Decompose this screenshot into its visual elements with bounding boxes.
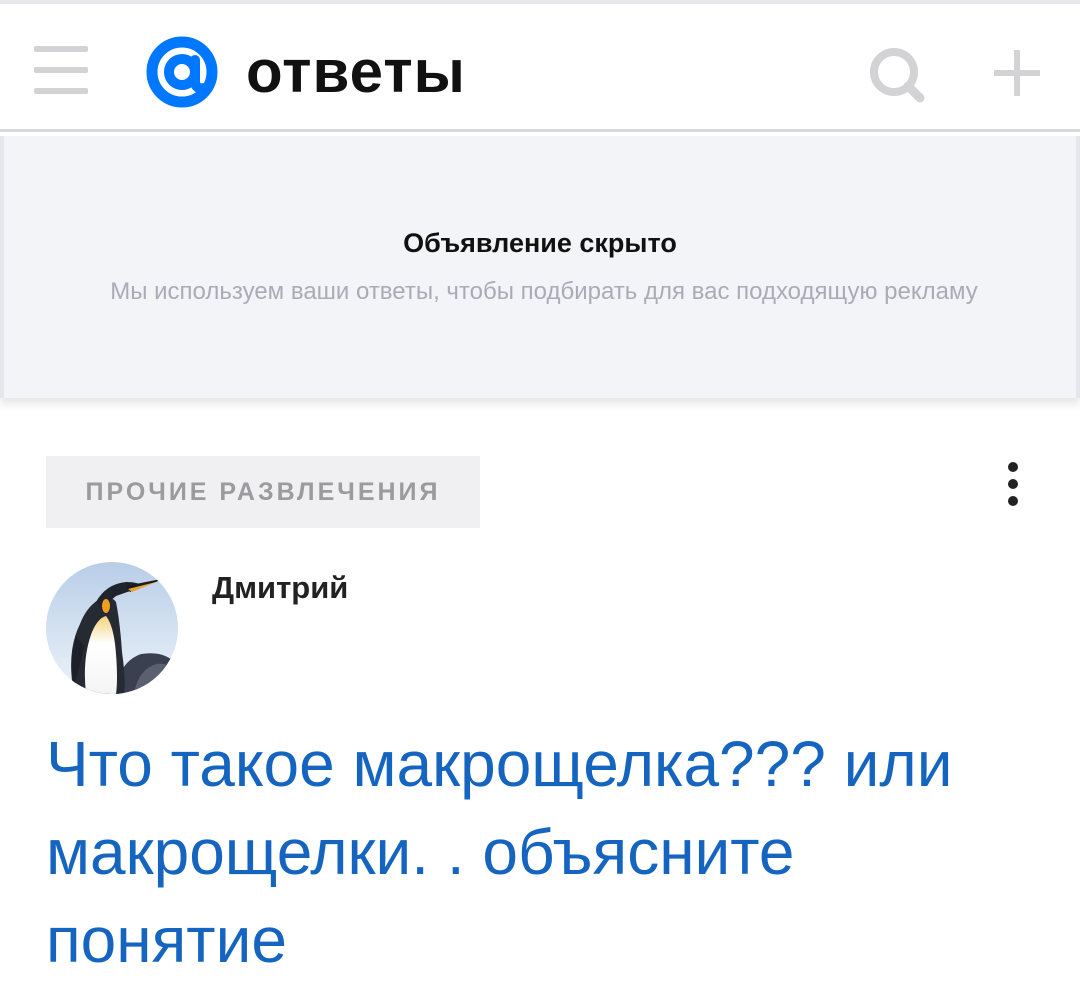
author-name[interactable]: Дмитрий (212, 570, 348, 606)
at-sign-logo-icon[interactable] (140, 30, 224, 114)
menu-icon[interactable] (34, 46, 88, 94)
category-chip[interactable]: ПРОЧИЕ РАЗВЛЕЧЕНИЯ (46, 456, 480, 528)
top-bar: ответы (0, 0, 1080, 132)
logo-text[interactable]: ответы (246, 40, 466, 104)
more-options-icon[interactable] (1002, 462, 1024, 506)
ad-hidden-title: Объявление скрыто (403, 228, 677, 258)
author-avatar[interactable] (46, 562, 178, 694)
search-icon[interactable] (868, 46, 926, 104)
plus-icon[interactable] (992, 48, 1042, 98)
hidden-ad-block: Объявление скрыто Мы используем ваши отв… (0, 136, 1080, 398)
ad-hidden-subtitle: Мы используем ваши ответы, чтобы подбира… (110, 278, 978, 305)
question-title: Что такое макрощелка??? или макрощелки. … (46, 728, 953, 976)
